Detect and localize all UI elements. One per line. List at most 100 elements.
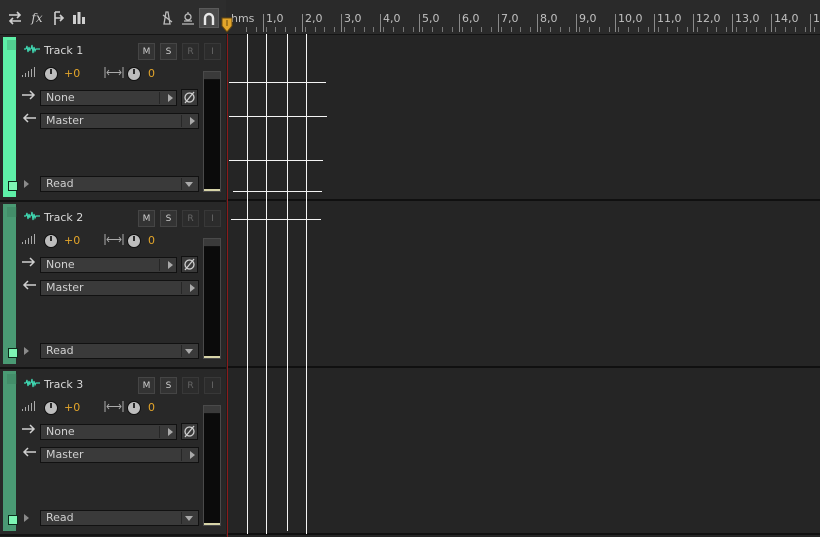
marker-line [306, 34, 307, 534]
pan-value[interactable]: 0 [148, 67, 155, 80]
ruler-major-tick [771, 14, 772, 32]
track-color-strip[interactable] [3, 204, 18, 364]
volume-knob[interactable] [44, 234, 58, 248]
output-dropdown[interactable]: Master [40, 280, 199, 296]
ruler-minor-tick [736, 27, 737, 32]
output-dropdown[interactable]: Master [40, 113, 199, 129]
ruler-minor-tick [383, 27, 384, 32]
input-monitor-button[interactable]: I [204, 210, 221, 227]
metronome-icon[interactable] [158, 8, 176, 28]
input-dropdown[interactable]: None [40, 90, 177, 106]
track-select-checkbox[interactable] [8, 515, 18, 525]
record-arm-button[interactable]: R [182, 377, 199, 394]
phase-invert-button[interactable] [181, 89, 198, 106]
ruler-minor-tick [560, 27, 561, 32]
ruler-major-tick [576, 14, 577, 32]
expand-automation-icon[interactable] [24, 514, 29, 522]
track-select-checkbox[interactable] [8, 348, 18, 358]
eq-bars-icon[interactable] [70, 8, 88, 28]
track-select-checkbox[interactable] [8, 181, 18, 191]
mute-button[interactable]: M [138, 210, 155, 227]
meter-peak-indicator[interactable] [204, 72, 220, 80]
track-name[interactable]: Track 1 [44, 44, 83, 57]
ruler-tick-label: 3,0 [344, 12, 362, 25]
playhead-marker-icon[interactable] [221, 17, 233, 33]
pan-knob[interactable] [127, 67, 141, 81]
volume-value[interactable]: +0 [64, 67, 80, 80]
ruler-major-tick [263, 14, 264, 32]
record-arm-button[interactable]: R [182, 43, 199, 60]
meter-peak-indicator[interactable] [204, 406, 220, 414]
ruler-tick-label: 5,0 [422, 12, 440, 25]
waveform-icon [24, 211, 40, 221]
track-color-strip[interactable] [3, 37, 18, 197]
ruler-minor-tick [658, 27, 659, 32]
guide-line [229, 116, 327, 117]
drag-grip-icon[interactable] [7, 40, 17, 50]
ruler-minor-tick [422, 27, 423, 32]
drag-grip-icon[interactable] [7, 207, 17, 217]
solo-button[interactable]: S [160, 210, 177, 227]
time-ruler[interactable]: hms 1,0 2,0 3,0 4,0 5,0 6,0 7,0 8,0 9,0 10,0 11,0 1… [221, 0, 820, 35]
volume-icon [22, 401, 35, 411]
fx-icon[interactable]: fx [28, 8, 46, 28]
ruler-major-tick [419, 14, 420, 32]
track-color-strip[interactable] [3, 371, 18, 531]
ruler-tick-label: 8,0 [540, 12, 558, 25]
ruler-minor-tick [442, 27, 443, 32]
ruler-minor-tick [775, 27, 776, 32]
solo-button[interactable]: S [160, 377, 177, 394]
meter-peak-indicator[interactable] [204, 239, 220, 247]
input-dropdown-value: None [46, 91, 75, 104]
expand-automation-icon[interactable] [24, 347, 29, 355]
track-name[interactable]: Track 3 [44, 378, 83, 391]
send-icon[interactable] [50, 8, 68, 28]
drag-grip-icon[interactable] [7, 374, 17, 384]
volume-value[interactable]: +0 [64, 234, 80, 247]
ruler-major-tick [537, 14, 538, 32]
track-name[interactable]: Track 2 [44, 211, 83, 224]
pan-value[interactable]: 0 [148, 401, 155, 414]
phase-invert-button[interactable] [181, 256, 198, 273]
ruler-minor-tick [256, 27, 257, 32]
track-header: Track 3 M S R I +0 0 None Master Read [0, 369, 226, 536]
waveform-icon [24, 378, 40, 388]
ruler-minor-tick [285, 27, 286, 32]
volume-value[interactable]: +0 [64, 401, 80, 414]
output-dropdown[interactable]: Master [40, 447, 199, 463]
automation-mode-dropdown[interactable]: Read [40, 510, 199, 526]
track-separator [227, 533, 820, 535]
volume-knob[interactable] [44, 67, 58, 81]
ruler-minor-tick [638, 27, 639, 32]
record-arm-button[interactable]: R [182, 210, 199, 227]
ruler-tick-label: 7,0 [501, 12, 519, 25]
dropdown-arrow-icon [190, 284, 195, 292]
ruler-minor-tick [511, 27, 512, 32]
fx-label: fx [31, 11, 43, 25]
volume-icon [22, 234, 35, 244]
track-separator [227, 199, 820, 201]
input-arrow-icon [22, 90, 36, 100]
mute-button[interactable]: M [138, 43, 155, 60]
swap-arrows-icon[interactable] [6, 8, 24, 28]
automation-mode-dropdown[interactable]: Read [40, 176, 199, 192]
mute-button[interactable]: M [138, 377, 155, 394]
timeline-area[interactable] [227, 35, 820, 537]
ruler-minor-tick [393, 27, 394, 32]
pan-knob[interactable] [127, 234, 141, 248]
expand-automation-icon[interactable] [24, 180, 29, 188]
input-monitor-button[interactable]: I [204, 377, 221, 394]
pan-value[interactable]: 0 [148, 234, 155, 247]
input-dropdown[interactable]: None [40, 424, 177, 440]
monitor-icon[interactable] [179, 8, 197, 28]
automation-mode-dropdown[interactable]: Read [40, 343, 199, 359]
ruler-minor-tick [246, 27, 247, 32]
input-dropdown[interactable]: None [40, 257, 177, 273]
ruler-minor-tick [550, 27, 551, 32]
snap-magnet-icon[interactable] [199, 8, 219, 28]
phase-invert-button[interactable] [181, 423, 198, 440]
input-monitor-button[interactable]: I [204, 43, 221, 60]
pan-knob[interactable] [127, 401, 141, 415]
solo-button[interactable]: S [160, 43, 177, 60]
volume-knob[interactable] [44, 401, 58, 415]
